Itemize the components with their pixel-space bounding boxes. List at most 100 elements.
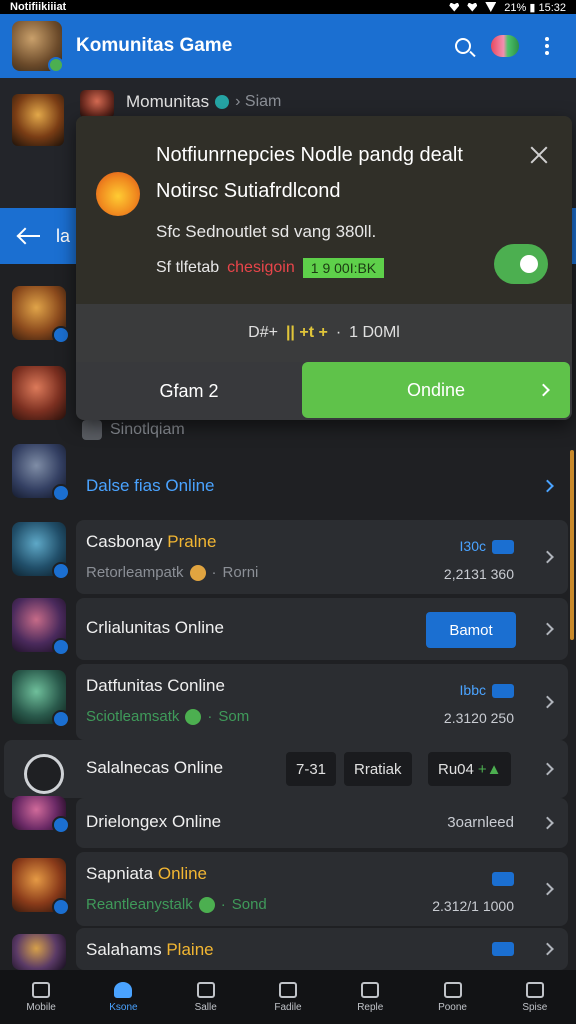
row-action-button[interactable]: Bamot [426, 612, 516, 648]
row-title-highlight: Online [157, 864, 207, 883]
row-avatar[interactable] [12, 858, 70, 916]
row-avatar[interactable] [12, 286, 70, 344]
chevron-right-icon [541, 942, 554, 956]
dialog-mid-highlight: || +t + [285, 324, 328, 341]
list-item[interactable]: Datfunitas Conline Sciotleamsatk · Som I… [76, 664, 568, 740]
row-chip[interactable]: Ru04 +▲ [428, 752, 512, 786]
back-arrow-icon[interactable] [18, 227, 40, 245]
chevron-right-icon [541, 816, 554, 830]
row-avatar[interactable] [12, 670, 70, 728]
list-item[interactable]: Crlialunitas Online Bamot [76, 598, 568, 660]
settings-icon [525, 981, 544, 998]
dialog-subtitle: Notirsc Sutiafrdlcond [156, 180, 341, 202]
nav-item-mobile[interactable]: Mobile [0, 970, 82, 1024]
row-title: Crlialunitas Online [86, 618, 224, 637]
row-subtitle: Reantleanystalk · Sond [86, 896, 267, 913]
breadcrumb-title: Momunitas [126, 92, 210, 111]
list-item[interactable]: Salahams Plaine [76, 928, 568, 970]
breadcrumb-sub: › Siam [235, 93, 282, 110]
row-avatar[interactable] [12, 796, 70, 834]
status-dot-icon [215, 95, 230, 109]
badge-icon [52, 816, 70, 834]
list-item[interactable]: Sapniata Online Reantleanystalk · Sond 2… [76, 852, 568, 926]
row-title-text: Casbonay [86, 532, 163, 551]
row-sub-tail: Som [218, 708, 250, 725]
section-icon [82, 420, 102, 440]
dialog-mid-left: D#+ [248, 324, 278, 341]
row-chip-text: Ru04 [438, 760, 474, 778]
status-right-text: 21% ▮ 15:32 [504, 1, 566, 14]
app-avatar[interactable] [12, 21, 64, 73]
close-icon[interactable] [530, 146, 548, 164]
dialog-primary-button[interactable]: Ondine [302, 362, 570, 418]
dialog-body: Notfiunrnepcies Nodle pandg dealt Notirs… [76, 116, 572, 304]
list-item[interactable]: Casbonay Pralne Retorleampatk · Rorni I3… [76, 520, 568, 594]
row-title-highlight: Pralne [167, 532, 217, 551]
back-label: la [56, 225, 71, 246]
mini-avatar [80, 90, 114, 118]
row-avatar[interactable] [12, 522, 70, 580]
help-icon [24, 754, 64, 794]
status-icons: 21% ▮ 15:32 [449, 1, 566, 14]
network-icon [485, 2, 497, 12]
cube-icon [278, 981, 297, 998]
row-avatar[interactable] [12, 366, 66, 420]
tag-icon [492, 942, 514, 957]
nav-item-home[interactable]: Ksone [82, 970, 164, 1024]
tag-icon [492, 872, 514, 887]
app-bar: Komunitas Game [0, 14, 576, 78]
bottom-nav: Mobile Ksone Salle Fadile Reple Poone Sp… [0, 970, 576, 1024]
row-chip[interactable]: 7-31 [286, 752, 337, 786]
chevron-right-icon [541, 882, 554, 896]
list-item[interactable]: Drielongex Online 3oarnleed [76, 798, 568, 848]
dialog-primary-label: Ondine [406, 379, 466, 400]
row-chip-tail: +▲ [477, 760, 502, 778]
row-right-top [486, 870, 514, 887]
nav-item-salle[interactable]: Salle [165, 970, 247, 1024]
nav-item-reple[interactable]: Reple [329, 970, 411, 1024]
more-button[interactable] [530, 29, 564, 63]
nav-item-spise[interactable]: Spise [494, 970, 576, 1024]
verified-icon [185, 708, 202, 725]
row-avatar[interactable] [12, 444, 70, 502]
row-avatar[interactable] [12, 934, 66, 970]
notification-toggle[interactable] [494, 244, 548, 284]
nav-label: Ksone [109, 1001, 138, 1013]
calendar-icon [443, 981, 462, 998]
row-avatar[interactable] [12, 598, 70, 656]
scrollbar[interactable] [570, 450, 574, 640]
nav-item-poone[interactable]: Poone [411, 970, 493, 1024]
app-title: Komunitas Game [76, 35, 233, 56]
row-title-highlight: Plaine [166, 940, 214, 959]
breadcrumb-text[interactable]: Momunitas › Siam [126, 92, 281, 112]
row-right-bottom: 2,2131 360 [443, 566, 514, 582]
community-thumbnail[interactable] [12, 94, 64, 146]
row-title: Salahams Plaine [86, 940, 214, 960]
row-chip[interactable]: Rratiak [344, 752, 412, 786]
badge-icon [52, 326, 70, 344]
package-icon [361, 981, 380, 998]
status-bar: Notifiikiiiat 21% ▮ 15:32 [0, 0, 576, 14]
chevron-right-icon [541, 695, 554, 709]
list-item[interactable]: Dalse fias Online [76, 460, 568, 512]
search-button[interactable] [446, 29, 480, 63]
dialog-secondary-button[interactable]: Gfam 2 [76, 362, 302, 420]
row-title-text: Salahams [86, 940, 162, 959]
nav-label: Spise [522, 1001, 548, 1013]
game-button[interactable] [488, 29, 522, 63]
row-right-top-text: Ibbc [459, 682, 486, 698]
dialog-detail-prefix: Sf tlfetab [156, 259, 220, 276]
dialog-info-strip: D#+ || +t + · 1 D0Ml [76, 304, 572, 362]
gamepad-icon [491, 35, 519, 57]
row-sub-text: Sciotleamsatk [86, 708, 180, 725]
status-icon [189, 564, 206, 581]
row-right-bottom: 2.312/1 1000 [432, 898, 514, 914]
badge-icon [52, 710, 70, 728]
row-subtitle: Sciotleamsatk · Som [86, 708, 250, 725]
row-right: 3oarnleed [447, 814, 514, 831]
row-right-top [486, 940, 514, 957]
row-right-top: Ibbc [459, 682, 514, 699]
list-item[interactable]: Salalnecas Online 7-31 Rratiak Ru04 +▲ [4, 740, 568, 798]
row-title-text: Sapniata [86, 864, 154, 883]
nav-item-fadile[interactable]: Fadile [247, 970, 329, 1024]
